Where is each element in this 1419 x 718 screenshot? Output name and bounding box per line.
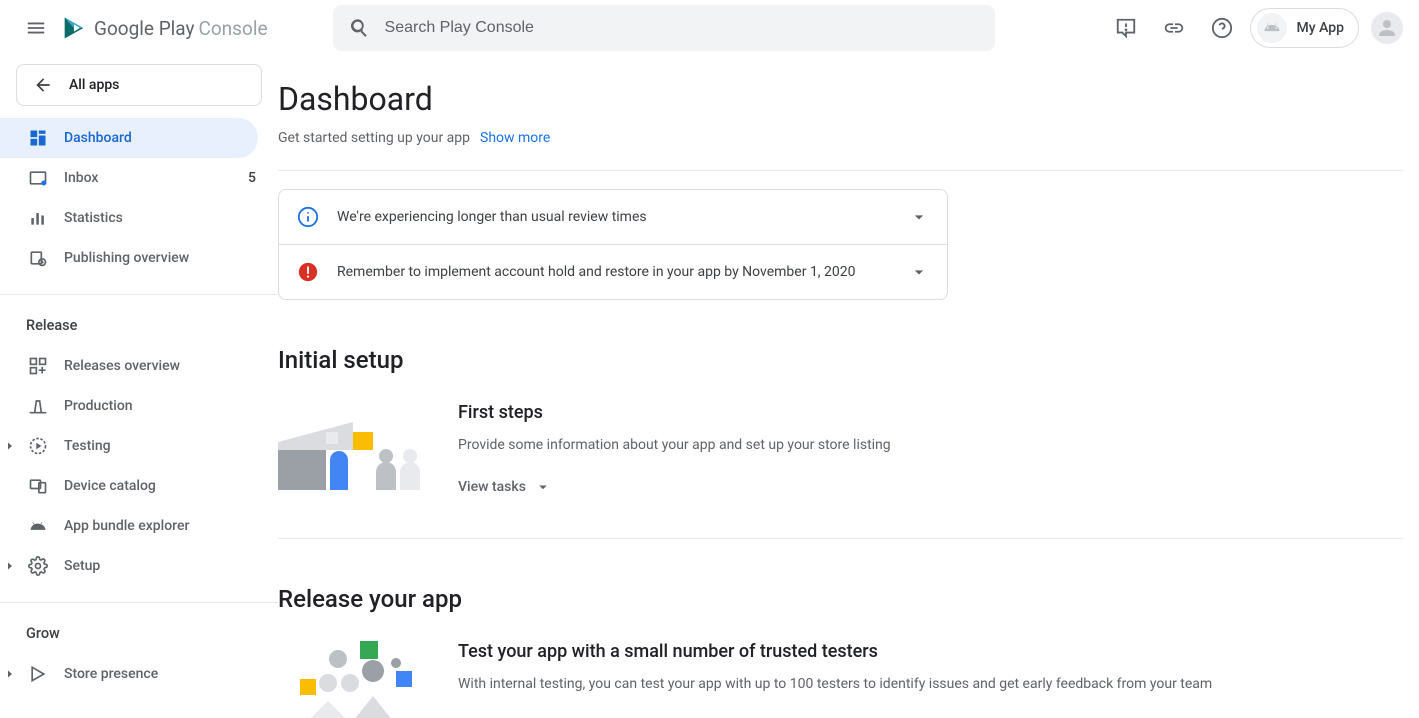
card-test-app: Test your app with a small number of tru… <box>278 641 1403 718</box>
illustration-first-steps <box>278 402 428 498</box>
sidebar-item-label: Testing <box>64 438 262 454</box>
sidebar-item-device-catalog[interactable]: Device catalog <box>0 466 278 506</box>
hamburger-menu-button[interactable] <box>16 8 56 48</box>
sidebar-item-label: Publishing overview <box>64 250 262 266</box>
sidebar-item-testing[interactable]: Testing <box>0 426 278 466</box>
section-heading-setup: Initial setup <box>278 346 1403 374</box>
sidebar-item-label: Production <box>64 398 262 414</box>
show-more-link[interactable]: Show more <box>480 130 550 146</box>
app-bundle-icon <box>26 516 50 536</box>
inbox-badge: 5 <box>248 170 256 186</box>
statistics-icon <box>26 208 50 228</box>
page-subtitle: Get started setting up your app <box>278 130 470 146</box>
view-tasks-button[interactable]: View tasks <box>458 478 552 496</box>
page-title: Dashboard <box>278 80 1403 118</box>
card-title: First steps <box>458 402 1278 423</box>
app-icon <box>1257 13 1287 43</box>
sidebar-item-label: App bundle explorer <box>64 518 262 534</box>
card-description: With internal testing, you can test your… <box>458 674 1278 695</box>
page-subtitle-row: Get started setting up your app Show mor… <box>278 130 1403 171</box>
error-icon <box>297 261 319 283</box>
alert-message: We're experiencing longer than usual rev… <box>337 209 891 225</box>
releases-icon <box>26 356 50 376</box>
store-presence-icon <box>26 664 50 684</box>
search-input[interactable] <box>385 19 979 37</box>
header-actions: My App <box>1106 8 1403 48</box>
hamburger-icon <box>25 17 47 39</box>
feedback-button[interactable] <box>1106 8 1146 48</box>
sidebar-item-dashboard[interactable]: Dashboard <box>0 118 258 158</box>
sidebar-item-statistics[interactable]: Statistics <box>0 198 278 238</box>
sidebar-item-label: Statistics <box>64 210 262 226</box>
dashboard-icon <box>26 128 50 148</box>
sidebar-item-label: Device catalog <box>64 478 262 494</box>
nav-section-main: Dashboard Inbox 5 Statistics Publishing <box>0 118 278 286</box>
link-button[interactable] <box>1154 8 1194 48</box>
section-heading-release: Release your app <box>278 585 1403 613</box>
view-tasks-label: View tasks <box>458 479 526 495</box>
chevron-right-icon <box>4 668 16 680</box>
sidebar-item-setup[interactable]: Setup <box>0 546 278 586</box>
alert-message: Remember to implement account hold and r… <box>337 264 891 280</box>
app-selector[interactable]: My App <box>1250 8 1359 48</box>
gear-icon <box>26 556 50 576</box>
card-description: Provide some information about your app … <box>458 435 1278 456</box>
android-icon <box>1262 18 1282 38</box>
chevron-down-icon <box>534 478 552 496</box>
sidebar-item-label: Setup <box>64 558 262 574</box>
inbox-icon <box>26 168 50 188</box>
illustration-test-app <box>278 641 428 718</box>
device-catalog-icon <box>26 476 50 496</box>
production-icon <box>26 396 50 416</box>
card-first-steps: First steps Provide some information abo… <box>278 402 1403 539</box>
app-name-label: My App <box>1297 20 1344 36</box>
search-box[interactable] <box>333 5 995 51</box>
sidebar: All apps Dashboard Inbox 5 Statisti <box>0 56 278 718</box>
play-logo-icon <box>60 14 88 42</box>
testing-icon <box>26 436 50 456</box>
nav-section-release: Release Releases overview Production Tes… <box>0 294 278 594</box>
sidebar-item-app-bundle[interactable]: App bundle explorer <box>0 506 278 546</box>
search-icon <box>349 17 371 39</box>
sidebar-item-label: Dashboard <box>64 130 242 146</box>
person-icon <box>1375 16 1399 40</box>
publishing-icon <box>26 248 50 268</box>
sidebar-item-store-presence[interactable]: Store presence <box>0 654 278 694</box>
sidebar-item-releases-overview[interactable]: Releases overview <box>0 346 278 386</box>
section-title-grow: Grow <box>0 619 278 654</box>
sidebar-item-label: Store presence <box>64 666 262 682</box>
arrow-left-icon <box>33 75 53 95</box>
main-content: Dashboard Get started setting up your ap… <box>278 56 1419 718</box>
sidebar-item-label: Inbox <box>64 170 248 186</box>
section-title-release: Release <box>0 311 278 346</box>
search-wrap <box>333 5 995 51</box>
sidebar-item-label: Releases overview <box>64 358 262 374</box>
help-icon <box>1211 17 1233 39</box>
sidebar-item-production[interactable]: Production <box>0 386 278 426</box>
alerts-panel: We're experiencing longer than usual rev… <box>278 189 948 300</box>
nav-section-grow: Grow Store presence <box>0 602 278 702</box>
alert-error[interactable]: Remember to implement account hold and r… <box>279 244 947 299</box>
chevron-down-icon <box>909 262 929 282</box>
help-button[interactable] <box>1202 8 1242 48</box>
logo-text: Google PlayConsole <box>94 17 268 40</box>
link-icon <box>1163 17 1185 39</box>
chevron-down-icon <box>909 207 929 227</box>
all-apps-button[interactable]: All apps <box>16 64 262 106</box>
card-title: Test your app with a small number of tru… <box>458 641 1278 662</box>
account-avatar[interactable] <box>1371 12 1403 44</box>
header: Google PlayConsole My App <box>0 0 1419 56</box>
info-icon <box>297 206 319 228</box>
logo[interactable]: Google PlayConsole <box>60 14 268 42</box>
sidebar-item-inbox[interactable]: Inbox 5 <box>0 158 278 198</box>
feedback-icon <box>1115 17 1137 39</box>
all-apps-label: All apps <box>69 77 119 93</box>
alert-info[interactable]: We're experiencing longer than usual rev… <box>279 190 947 244</box>
sidebar-item-publishing[interactable]: Publishing overview <box>0 238 278 278</box>
chevron-right-icon <box>4 560 16 572</box>
chevron-right-icon <box>4 440 16 452</box>
